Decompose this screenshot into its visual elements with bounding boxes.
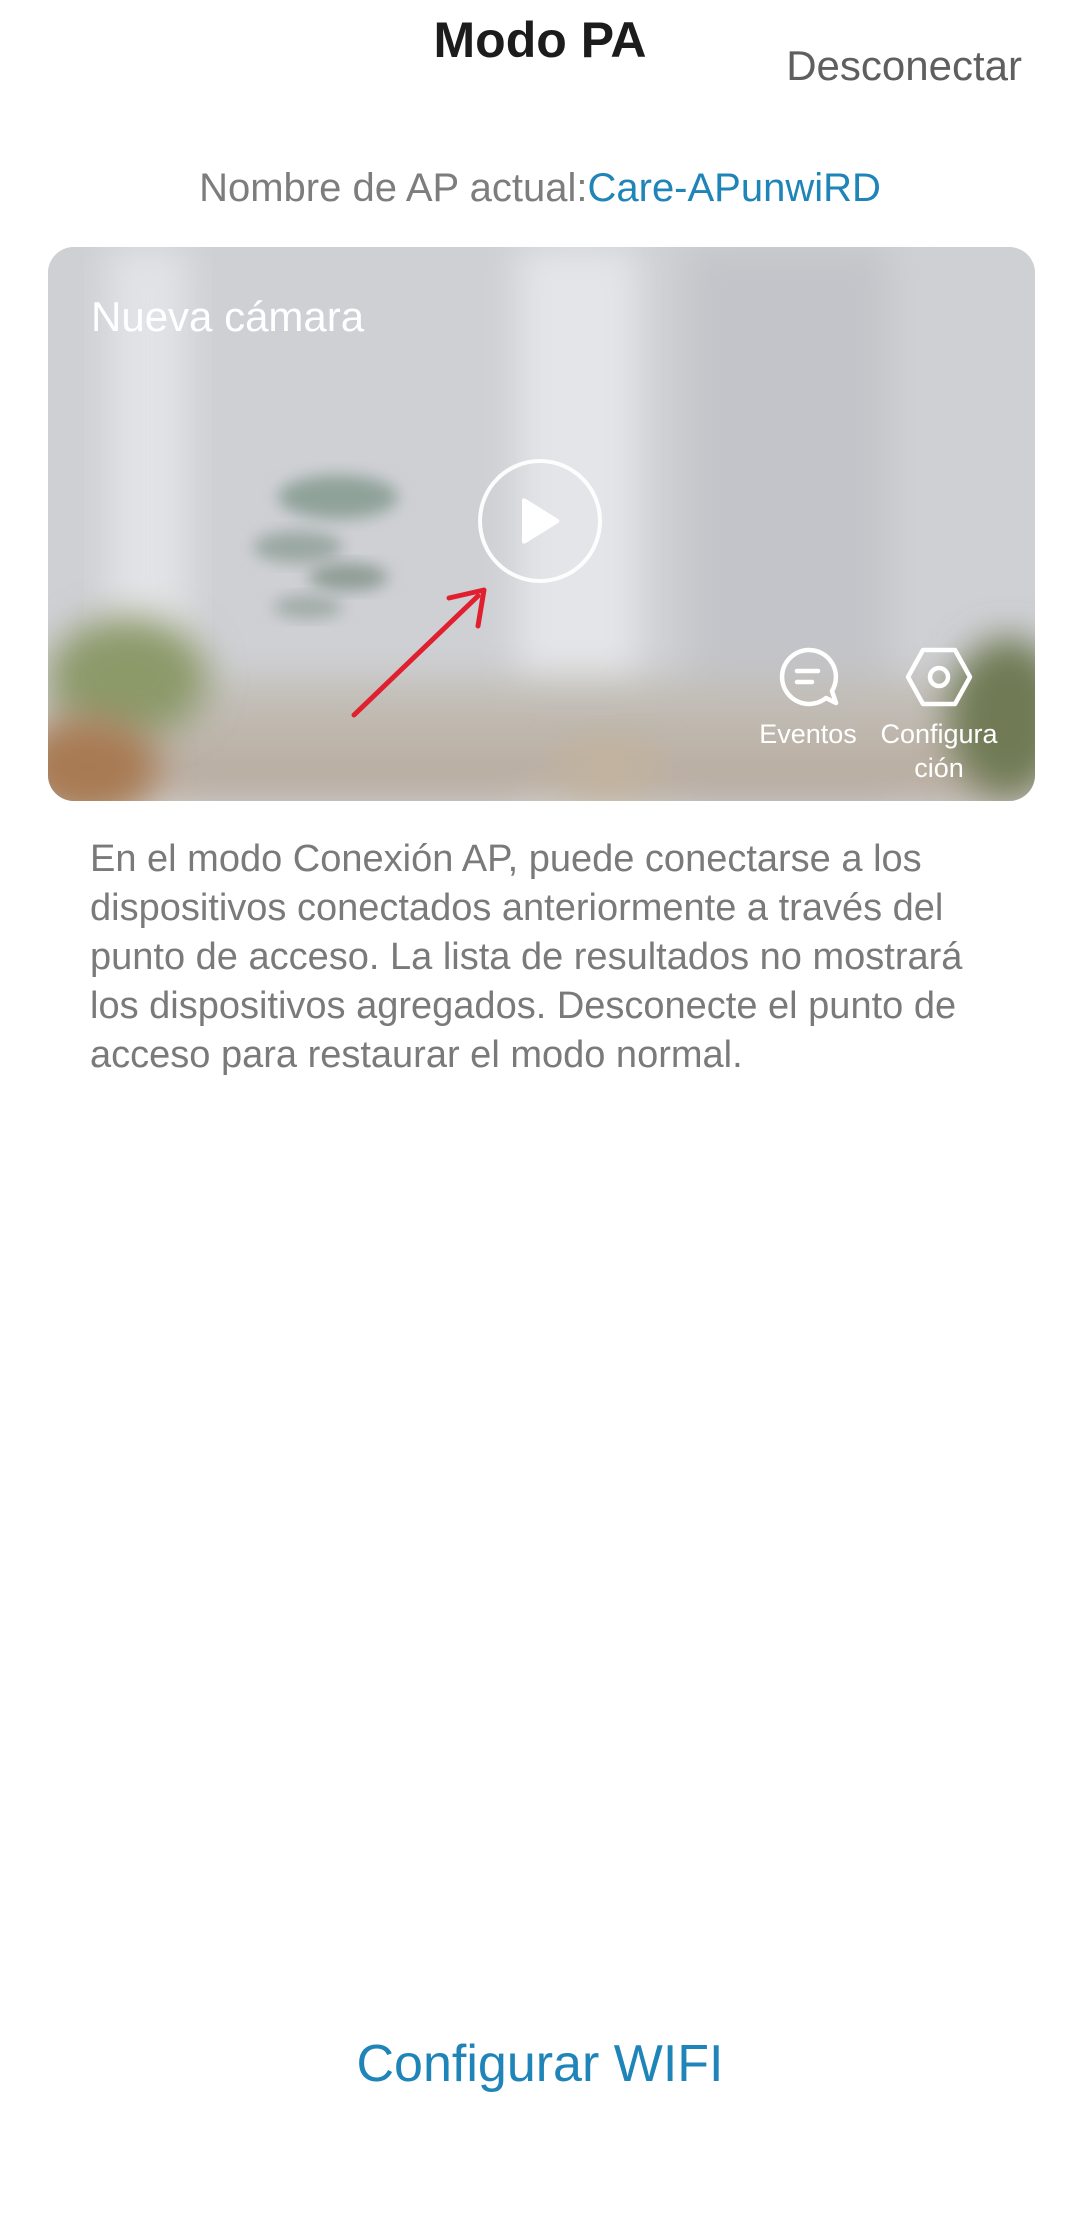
ap-mode-description: En el modo Conexión AP, puede conectarse… <box>90 838 963 1076</box>
camera-preview-card[interactable]: Nueva cámara Eventos Configuración <box>48 247 1035 801</box>
configure-wifi-button[interactable]: Configurar WIFI <box>0 2032 1080 2096</box>
camera-name: Nueva cámara <box>91 293 365 340</box>
play-button[interactable] <box>478 459 602 583</box>
current-ap-name: Care-APunwiRD <box>587 166 881 210</box>
settings-label: Configuración <box>880 719 998 783</box>
events-button[interactable]: Eventos <box>743 645 873 751</box>
settings-button[interactable]: Configuración <box>874 645 1004 785</box>
play-icon <box>522 498 560 544</box>
current-ap-info: Nombre de AP actual:Care-APunwiRD <box>0 160 1080 216</box>
hexagon-settings-icon <box>905 647 973 707</box>
chat-bubble-icon <box>779 647 839 707</box>
events-label: Eventos <box>759 719 857 749</box>
current-ap-label: Nombre de AP actual: <box>199 166 588 210</box>
disconnect-button[interactable]: Desconectar <box>786 38 1022 94</box>
